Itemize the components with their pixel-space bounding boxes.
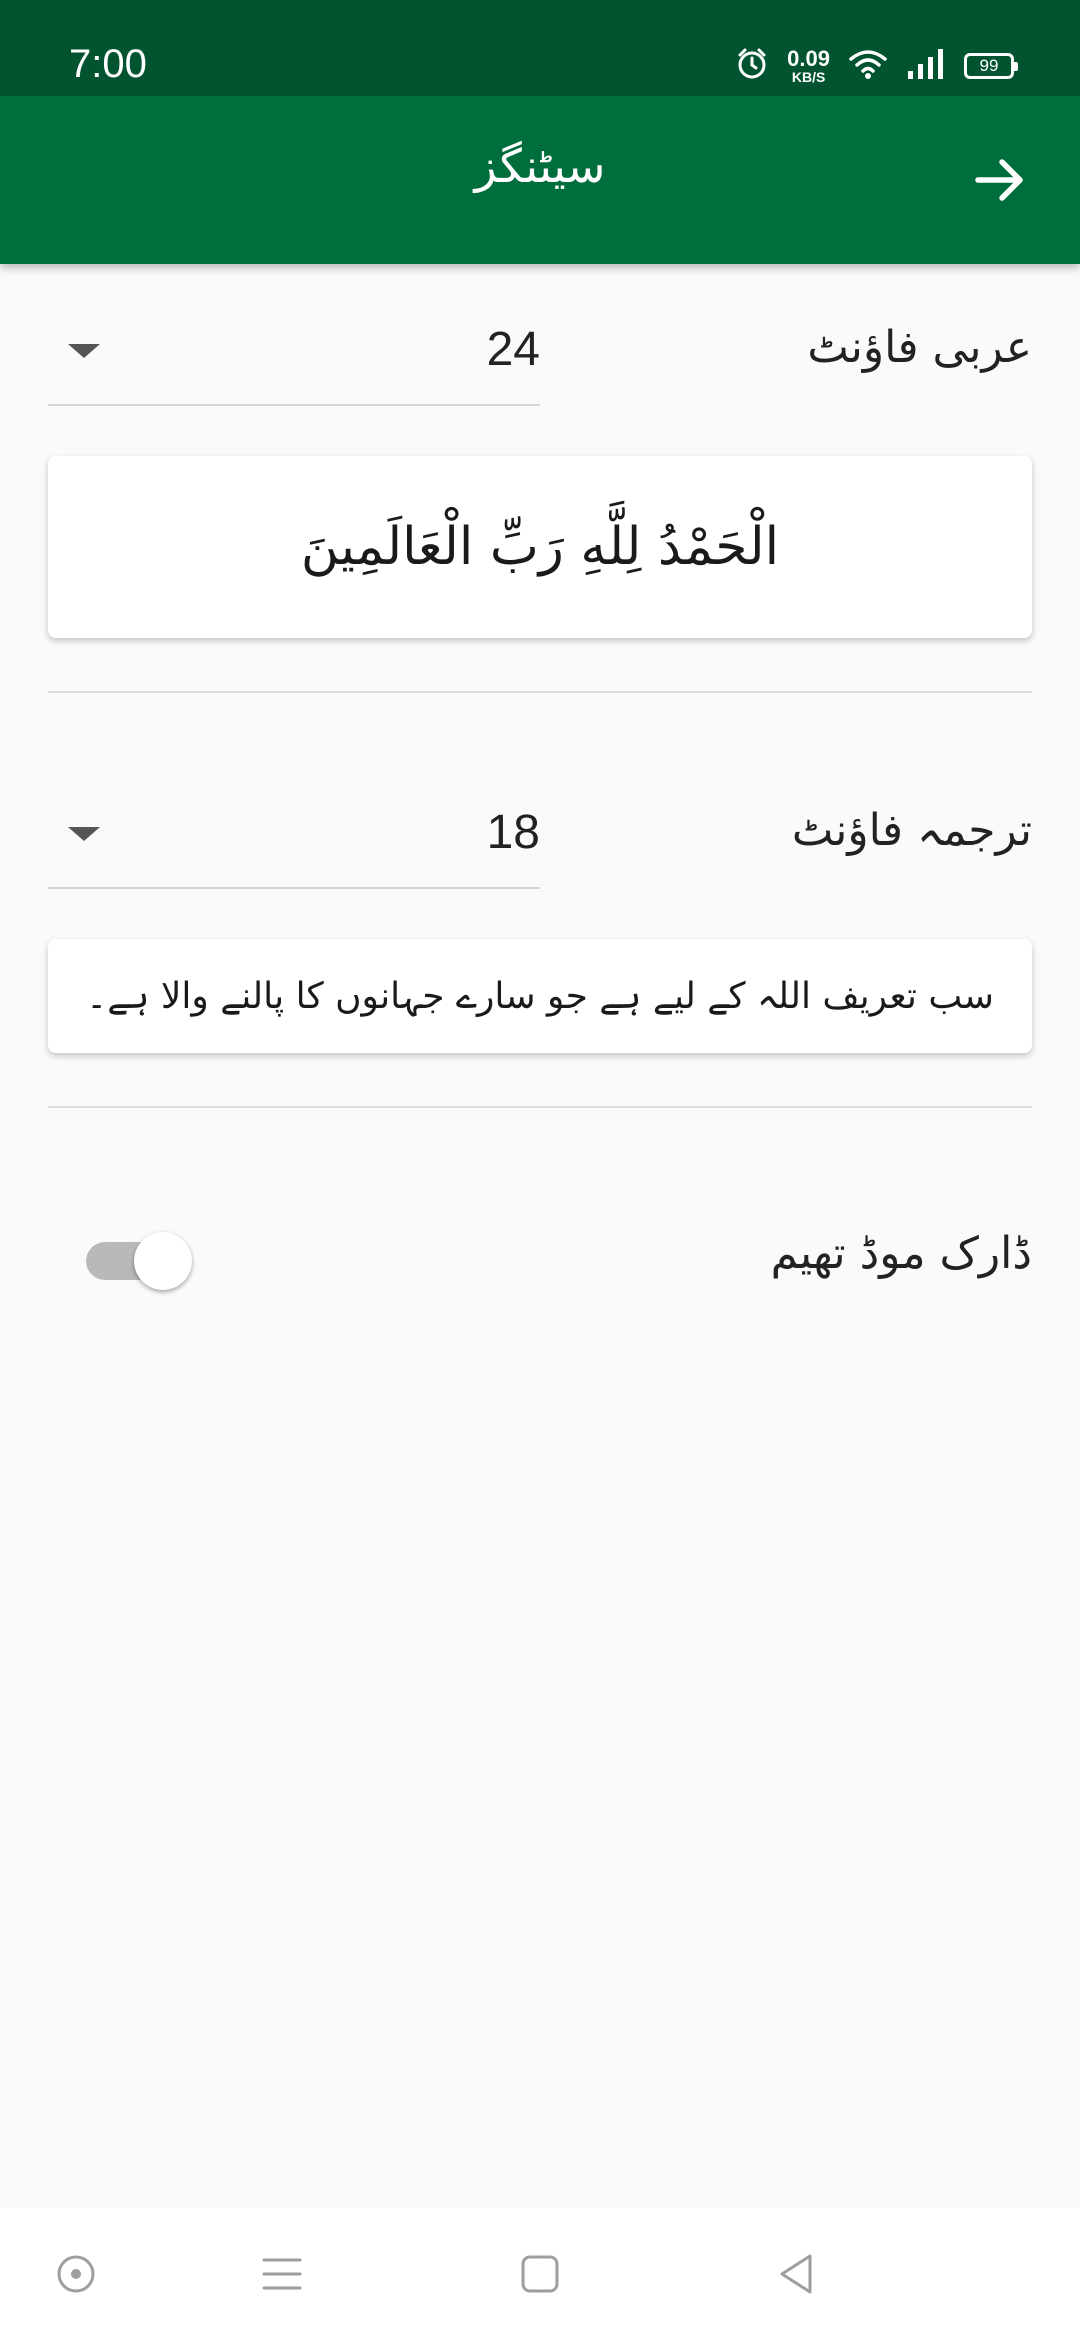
signal-icon — [906, 47, 946, 85]
battery-icon: 99 — [964, 53, 1018, 79]
status-time: 7:00 — [69, 42, 147, 86]
alarm-icon — [735, 47, 769, 85]
dark-mode-toggle[interactable] — [86, 1226, 196, 1290]
home-icon — [521, 2255, 559, 2293]
forward-button[interactable] — [960, 140, 1040, 220]
translation-font-size-value: 18 — [486, 806, 540, 859]
translation-font-setting: ترجمہ فاؤنٹ 18 — [48, 779, 1032, 889]
divider — [48, 691, 1032, 693]
back-icon — [780, 2254, 812, 2294]
dropdown-caret-icon — [68, 344, 100, 358]
status-bar: 7:00 0.09 KB/S 99 — [0, 0, 1080, 96]
arabic-font-size-dropdown[interactable]: 24 — [48, 296, 540, 406]
divider — [48, 1106, 1032, 1108]
arabic-font-preview: الْحَمْدُ لِلَّهِ رَبِّ الْعَالَمِينَ — [48, 456, 1032, 638]
translation-font-size-dropdown[interactable]: 18 — [48, 779, 540, 889]
menu-button[interactable] — [246, 2238, 318, 2310]
arabic-font-label: عربی فاؤنٹ — [807, 322, 1032, 373]
system-nav-bar — [0, 2208, 1080, 2340]
assistant-button[interactable] — [40, 2238, 112, 2310]
arabic-font-size-value: 24 — [486, 323, 540, 376]
app-bar: سیٹنگز — [0, 96, 1080, 264]
page-title: سیٹنگز — [474, 139, 606, 193]
toggle-thumb — [134, 1232, 192, 1290]
wifi-icon — [848, 47, 888, 85]
arrow-right-icon — [975, 159, 1023, 201]
back-button[interactable] — [760, 2238, 832, 2310]
network-speed-unit: KB/S — [791, 69, 826, 85]
assistant-icon — [57, 2255, 95, 2293]
translation-font-preview: سب تعریف اللہ کے لیے ہے جو سارے جہانوں ک… — [48, 939, 1032, 1053]
menu-icon — [262, 2258, 302, 2290]
arabic-font-setting: عربی فاؤنٹ 24 — [48, 296, 1032, 406]
network-speed-value: 0.09 — [787, 46, 830, 71]
translation-font-label: ترجمہ فاؤنٹ — [791, 805, 1032, 856]
network-speed: 0.09 KB/S — [787, 46, 830, 85]
home-button[interactable] — [504, 2238, 576, 2310]
dropdown-caret-icon — [68, 827, 100, 841]
dark-mode-label: ڈارک موڈ تھیم — [770, 1228, 1032, 1279]
status-icons: 0.09 KB/S 99 — [735, 42, 1018, 90]
